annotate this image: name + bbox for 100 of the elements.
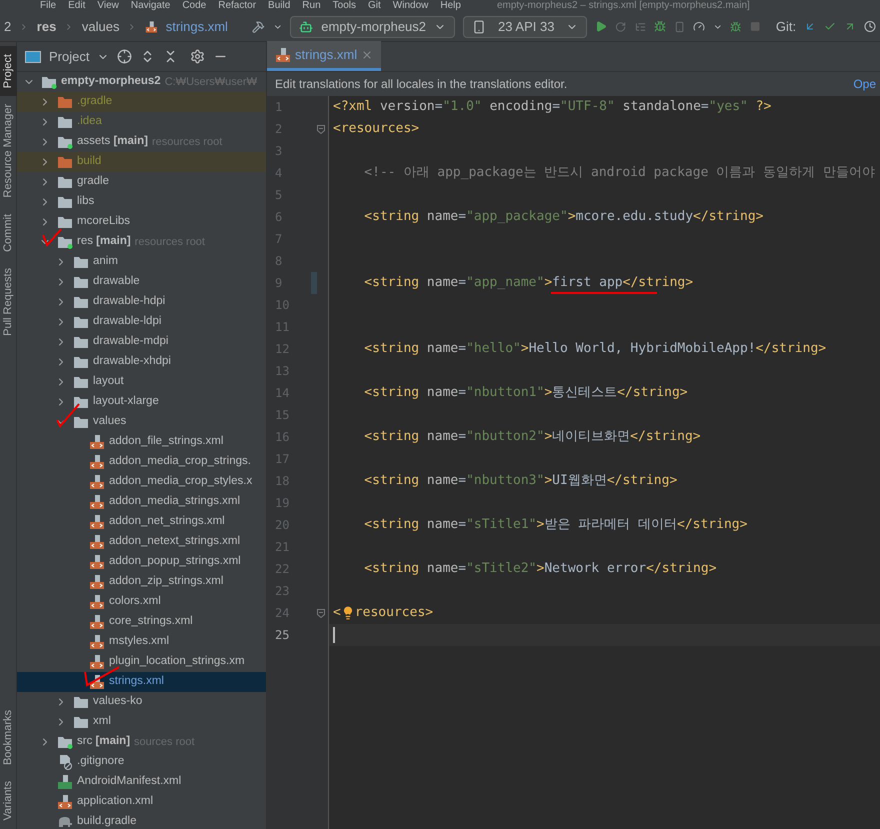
tree-row[interactable]: libs	[17, 192, 266, 212]
tree-row[interactable]: .gradle	[17, 92, 266, 112]
tree-row[interactable]: values-ko	[17, 692, 266, 712]
banner-link[interactable]: Ope	[853, 75, 880, 93]
run-configuration-dropdown[interactable]: empty-morpheus2	[290, 16, 456, 38]
change-marker[interactable]	[311, 272, 317, 294]
tool-window-tab[interactable]: Variants	[0, 773, 16, 829]
tree-row[interactable]: build	[17, 152, 266, 172]
rerun-icon[interactable]	[615, 20, 627, 34]
breadcrumb[interactable]: values	[82, 16, 120, 36]
tree-row[interactable]: build.gradle	[17, 812, 266, 829]
tree-row[interactable]: drawable	[17, 272, 266, 292]
tree-row[interactable]: mstyles.xml	[17, 632, 266, 652]
menu-item[interactable]: Tools	[332, 0, 356, 12]
tree-row[interactable]: addon_media_crop_styles.x	[17, 472, 266, 492]
tree-row[interactable]: mcoreLibs	[17, 212, 266, 232]
code-token: "app_name"	[466, 274, 544, 292]
xml-file-icon	[89, 594, 105, 610]
fold-marker-icon[interactable]	[317, 124, 325, 134]
folder-icon	[73, 395, 89, 409]
tree-row[interactable]: addon_file_strings.xml	[17, 432, 266, 452]
code-token: mcore.edu.study	[576, 208, 694, 226]
menu-item[interactable]: Help	[440, 0, 461, 12]
tree-row[interactable]: addon_popup_strings.xml	[17, 552, 266, 572]
tool-window-tab[interactable]: Project	[0, 46, 16, 96]
tree-row[interactable]: anim	[17, 252, 266, 272]
tool-window-tab[interactable]: Bookmarks	[0, 702, 16, 774]
tree-row[interactable]: core_strings.xml	[17, 612, 266, 632]
debug-icon[interactable]	[654, 19, 666, 34]
debug-icon[interactable]	[730, 20, 742, 34]
tree-row[interactable]: addon_zip_strings.xml	[17, 572, 266, 592]
tool-window-tab[interactable]: Commit	[0, 206, 16, 260]
xml-file-icon	[89, 494, 105, 510]
tree-row[interactable]: .idea	[17, 112, 266, 132]
close-icon[interactable]	[361, 48, 374, 60]
code-token: <string	[363, 516, 420, 534]
folder-icon	[57, 195, 73, 209]
code-token: "yes"	[708, 98, 749, 116]
tree-item-label: values	[93, 414, 126, 430]
window-title: empty-morpheus2 – strings.xml [empty-morpheus2.main]	[496, 0, 750, 12]
tree-row[interactable]: addon_net_strings.xml	[17, 512, 266, 532]
breadcrumb[interactable]: 2	[4, 16, 12, 36]
tree-item-label: assets [main]	[77, 134, 148, 150]
tree-item-label: .idea	[77, 114, 102, 130]
menu-item[interactable]: Build	[268, 0, 290, 12]
device-dropdown[interactable]: 23 API 33	[463, 16, 588, 38]
phone-icon[interactable]	[674, 20, 685, 34]
code-token: </string>	[677, 516, 748, 534]
tree-row[interactable]: drawable-ldpi	[17, 312, 266, 332]
code-token: "sTitle1"	[466, 516, 537, 534]
menu-item[interactable]: Code	[182, 0, 206, 12]
tree-row[interactable]: drawable-mdpi	[17, 332, 266, 352]
breadcrumb[interactable]: strings.xml	[166, 16, 228, 36]
tree-row[interactable]: values	[17, 412, 266, 432]
tree-item-label: build.gradle	[77, 814, 136, 829]
menu-item[interactable]: Window	[392, 0, 428, 12]
clock-icon[interactable]	[864, 19, 876, 34]
tree-row[interactable]: strings.xml	[17, 672, 266, 692]
tree-row[interactable]: application.xml	[17, 792, 266, 812]
run-icon[interactable]	[595, 19, 608, 34]
tree-row[interactable]: layout	[17, 372, 266, 392]
tree-row[interactable]: .gitignore	[17, 752, 266, 772]
menu-item[interactable]: Navigate	[130, 0, 170, 12]
tree-item-label: gradle	[77, 174, 109, 190]
settings-icon[interactable]	[190, 49, 206, 64]
tool-window-tab[interactable]: Resource Manager	[0, 96, 16, 206]
menu-item[interactable]: Run	[302, 0, 321, 12]
menu-item[interactable]: Edit	[68, 0, 86, 12]
menu-item[interactable]: View	[97, 0, 119, 12]
menu-item[interactable]: Git	[368, 0, 381, 12]
tool-window-tab[interactable]: Pull Requests	[0, 260, 16, 344]
tree-row[interactable]: layout-xlarge	[17, 392, 266, 412]
tree-row[interactable]: gradle	[17, 172, 266, 192]
tree-row[interactable]: addon_media_strings.xml	[17, 492, 266, 512]
tree-row[interactable]: addon_media_crop_strings.	[17, 452, 266, 472]
locate-icon[interactable]	[117, 49, 132, 64]
code-token: </string>	[630, 428, 701, 446]
breadcrumb[interactable]: res	[36, 16, 56, 36]
code-token: name	[426, 560, 458, 578]
code-token: <string	[363, 274, 420, 292]
hammer-icon[interactable]	[252, 18, 265, 34]
tree-row[interactable]: addon_netext_strings.xml	[17, 532, 266, 552]
tree-row[interactable]: drawable-hdpi	[17, 292, 266, 312]
tree-item-label: addon_media_crop_styles.x	[109, 474, 252, 490]
panel-title[interactable]: Project	[49, 46, 90, 66]
menu-item[interactable]: Refactor	[218, 0, 256, 12]
tree-row[interactable]: colors.xml	[17, 592, 266, 612]
menu-item[interactable]: File	[40, 0, 56, 12]
tree-item-label: core_strings.xml	[109, 614, 193, 630]
tree-row[interactable]: plugin_location_strings.xm	[17, 652, 266, 672]
folder-icon	[57, 235, 73, 249]
tree-item-label: drawable-mdpi	[93, 334, 168, 350]
tree-row[interactable]: xml	[17, 712, 266, 732]
tree-item-label: addon_zip_strings.xml	[109, 574, 224, 590]
editor-tab[interactable]: strings.xml	[267, 41, 382, 71]
folder-icon	[73, 415, 89, 429]
tree-row[interactable]: drawable-xhdpi	[17, 352, 266, 372]
fold-marker-icon[interactable]	[317, 608, 325, 618]
xml-file-icon	[89, 574, 105, 590]
tree-row[interactable]: AndroidManifest.xml	[17, 772, 266, 792]
